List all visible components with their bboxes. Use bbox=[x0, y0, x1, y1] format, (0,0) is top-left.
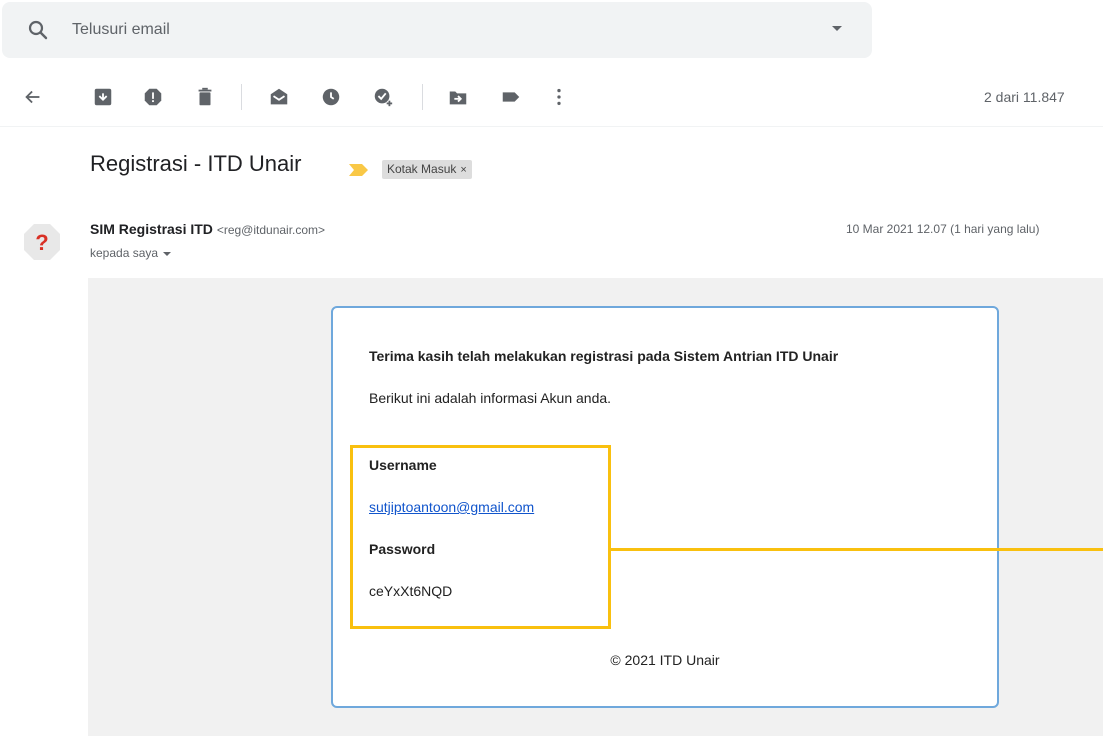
svg-text:?: ? bbox=[35, 230, 48, 255]
search-bar[interactable]: Telusuri email bbox=[2, 2, 872, 58]
message-counter: 2 dari 11.847 bbox=[984, 89, 1065, 105]
email-subject: Registrasi - ITD Unair bbox=[90, 151, 302, 176]
toolbar-divider-line bbox=[0, 126, 1103, 127]
recipient-details[interactable]: kepada saya bbox=[90, 246, 172, 260]
archive-icon[interactable] bbox=[92, 86, 114, 108]
toolbar-divider bbox=[422, 84, 423, 110]
sender-info[interactable]: SIM Registrasi ITD <reg@itdunair.com> bbox=[90, 221, 325, 237]
details-dropdown-icon[interactable] bbox=[163, 251, 172, 256]
snooze-clock-icon[interactable] bbox=[320, 86, 342, 108]
mark-unread-icon[interactable] bbox=[268, 86, 290, 108]
sender-email: <reg@itdunair.com> bbox=[216, 223, 326, 237]
sender-name[interactable]: SIM Registrasi ITD bbox=[90, 221, 213, 237]
importance-marker-icon[interactable] bbox=[348, 163, 370, 182]
more-options-icon[interactable] bbox=[548, 86, 570, 108]
message-date: 10 Mar 2021 12.07 (1 hari yang lalu) bbox=[846, 222, 1040, 236]
report-spam-icon[interactable] bbox=[142, 86, 164, 108]
sender-avatar: ? bbox=[22, 222, 62, 262]
add-to-tasks-icon[interactable] bbox=[372, 86, 394, 108]
thanks-text: Terima kasih telah melakukan registrasi … bbox=[369, 348, 839, 364]
inbox-label-chip[interactable]: Kotak Masuk × bbox=[382, 160, 472, 179]
remove-label-icon[interactable]: × bbox=[460, 164, 466, 176]
move-to-folder-icon[interactable] bbox=[447, 86, 469, 108]
highlight-box bbox=[350, 445, 611, 629]
search-icon[interactable] bbox=[26, 18, 50, 42]
inbox-label-text: Kotak Masuk bbox=[387, 162, 457, 176]
email-footer: © 2021 ITD Unair bbox=[610, 652, 720, 668]
recipient-text: kepada saya bbox=[90, 246, 159, 260]
highlight-connector-line bbox=[608, 548, 1103, 551]
search-options-caret-icon[interactable] bbox=[832, 26, 842, 31]
delete-icon[interactable] bbox=[194, 86, 216, 108]
search-input[interactable]: Telusuri email bbox=[72, 21, 170, 39]
account-info-text: Berikut ini adalah informasi Akun anda. bbox=[369, 390, 612, 406]
label-icon[interactable] bbox=[500, 86, 522, 108]
back-arrow-icon[interactable] bbox=[22, 86, 44, 108]
toolbar-divider bbox=[241, 84, 242, 110]
